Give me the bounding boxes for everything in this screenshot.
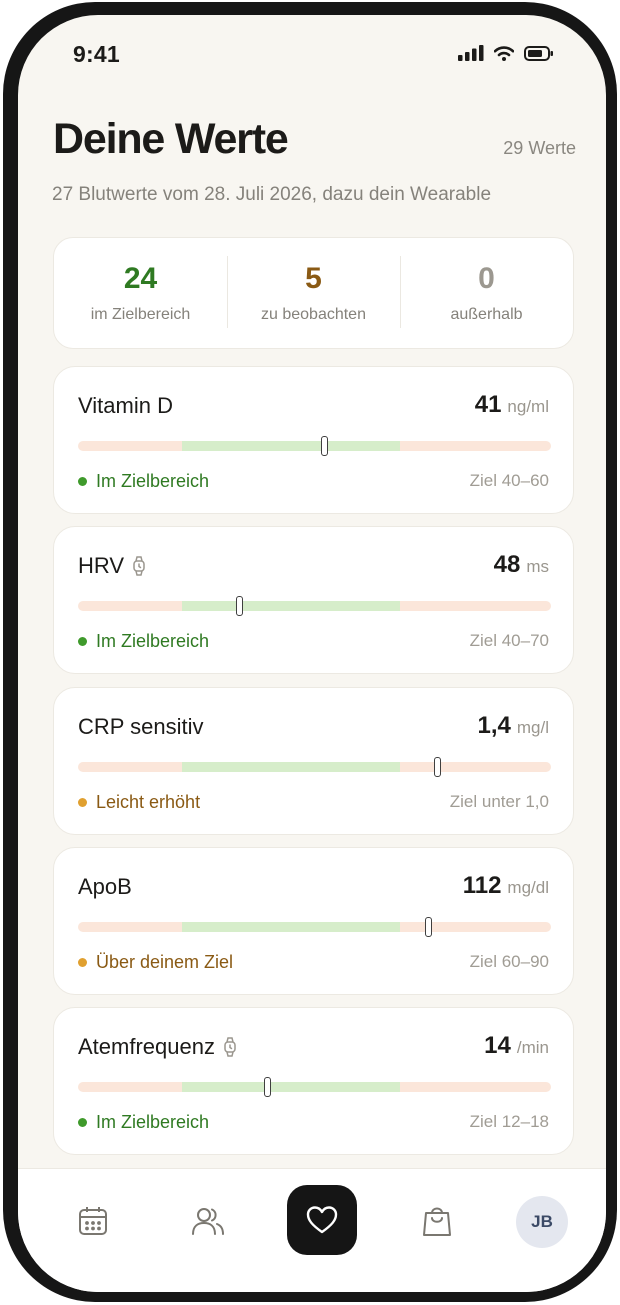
status-dot: [78, 958, 87, 967]
metric-unit: ms: [526, 557, 549, 576]
range-bar: [78, 1077, 551, 1097]
metric-value: 48 ms: [494, 551, 549, 579]
status-label: Im Zielbereich: [96, 631, 210, 651]
metric-number: 14: [484, 1032, 511, 1059]
status-indicator: Über deinem Ziel: [78, 952, 233, 973]
value-marker: [320, 436, 328, 456]
summary-value: 0: [478, 262, 495, 295]
phone-frame: 9:41 Deine Werte 29 Werte 27 Blutwerte v…: [3, 2, 617, 1302]
metric-name: CRP sensitiv: [78, 714, 204, 740]
status-dot: [78, 637, 87, 646]
status-indicator: Im Zielbereich: [78, 1112, 209, 1133]
watch-icon: [224, 1037, 236, 1057]
metric-label: Vitamin D: [78, 393, 173, 418]
metric-label: Atemfrequenz: [78, 1034, 215, 1059]
metric-label: CRP sensitiv: [78, 714, 204, 739]
status-time: 9:41: [73, 41, 120, 67]
target-range: [182, 1082, 400, 1092]
metric-card[interactable]: CRP sensitiv 1,4 mg/l Leicht erhöht Ziel unt…: [53, 687, 574, 835]
target-range: [182, 762, 400, 772]
metric-name: Atemfrequenz: [78, 1034, 237, 1060]
goal-range: Ziel 60–90: [469, 952, 549, 971]
status-dot: [78, 798, 87, 807]
value-marker: [425, 917, 433, 937]
page-subtitle: 27 Blutwerte vom 28. Juli 2026, dazu dei…: [52, 184, 492, 205]
cellular-signal-icon: [458, 45, 484, 61]
summary-label: außerhalb: [450, 306, 523, 323]
app-screen: 9:41 Deine Werte 29 Werte 27 Blutwerte v…: [18, 15, 606, 1292]
summary-value: 24: [123, 262, 158, 295]
metric-number: 41: [474, 391, 502, 418]
summary-value: 5: [305, 262, 322, 295]
calendar-icon[interactable]: [71, 1199, 115, 1243]
target-range: [182, 441, 400, 451]
metric-name: Vitamin D: [78, 393, 173, 419]
value-marker: [434, 757, 442, 777]
metric-unit: /min: [516, 1038, 549, 1057]
target-range: [182, 601, 400, 611]
metric-value: 112 mg/dl: [463, 872, 549, 900]
target-range: [182, 922, 400, 932]
watch-icon: [133, 556, 145, 576]
summary-in-range[interactable]: 24 im Zielbereich: [54, 262, 227, 324]
status-dot: [78, 477, 87, 486]
metric-card[interactable]: Atemfrequenz 14/min Im Zielbereich Ziel 12–…: [53, 1007, 574, 1155]
goal-range: Ziel 12–18: [469, 1112, 549, 1131]
metric-number: 1,4: [477, 712, 511, 739]
summary-watch[interactable]: 5 zu beobachten: [227, 256, 400, 328]
range-bar: [78, 596, 551, 616]
metric-label: ApoB: [78, 874, 132, 899]
status-label: Über deinem Ziel: [96, 952, 234, 972]
goal-range: Ziel 40–60: [469, 471, 549, 490]
range-bar: [78, 757, 551, 777]
metric-unit: mg/l: [516, 718, 549, 737]
shopping-bag-icon[interactable]: [415, 1199, 459, 1243]
metric-value: 14/min: [484, 1032, 549, 1060]
metric-value: 41 ng/ml: [475, 391, 549, 419]
status-dot: [78, 1118, 87, 1127]
wifi-icon: [494, 45, 514, 61]
battery-icon: [524, 45, 553, 61]
value-marker: [264, 1077, 272, 1097]
status-indicator: Im Zielbereich: [78, 631, 209, 652]
page-title: Deine Werte: [53, 115, 289, 163]
status-indicator: Leicht erhöht: [78, 792, 200, 813]
status-label: Leicht erhöht: [96, 792, 201, 812]
status-icons: [458, 45, 554, 61]
metric-card[interactable]: ApoB 112 mg/dl Über deinem Ziel Ziel 60–90: [53, 847, 574, 995]
goal-range: Ziel 40–70: [469, 631, 549, 650]
summary-card: 24 im Zielbereich 5 zu beobachten 0 auße…: [53, 237, 574, 349]
status-label: Im Zielbereich: [96, 471, 210, 491]
metric-unit: mg/dl: [507, 878, 549, 897]
avatar[interactable]: JB: [516, 1196, 568, 1248]
metric-card[interactable]: Vitamin D 41 ng/ml Im Zielbereich Ziel 40–60: [53, 366, 574, 514]
metric-value: 1,4 mg/l: [478, 712, 550, 740]
metric-name: HRV: [78, 553, 146, 579]
values-count[interactable]: 29 Werte: [503, 138, 576, 159]
summary-label: zu beobachten: [261, 306, 366, 323]
value-marker: [235, 596, 243, 616]
summary-label: im Zielbereich: [90, 306, 191, 323]
status-label: Im Zielbereich: [96, 1112, 210, 1132]
metric-name: ApoB: [78, 874, 132, 900]
goal-range: Ziel unter 1,0: [449, 792, 549, 811]
metric-number: 112: [462, 872, 502, 899]
range-bar: [78, 917, 551, 937]
metric-number: 48: [493, 551, 521, 578]
summary-out-of-range[interactable]: 0 außerhalb: [400, 256, 573, 328]
heart-icon: [306, 1206, 338, 1234]
status-indicator: Im Zielbereich: [78, 471, 209, 492]
metric-card[interactable]: HRV 48 ms Im Zielbereich Ziel 40–70: [53, 526, 574, 674]
bottom-nav: JB: [18, 1168, 606, 1292]
metric-label: HRV: [78, 553, 125, 578]
range-bar: [78, 436, 551, 456]
nav-home-button[interactable]: [287, 1185, 357, 1255]
metric-unit: ng/ml: [507, 397, 549, 416]
people-icon[interactable]: [186, 1199, 230, 1243]
